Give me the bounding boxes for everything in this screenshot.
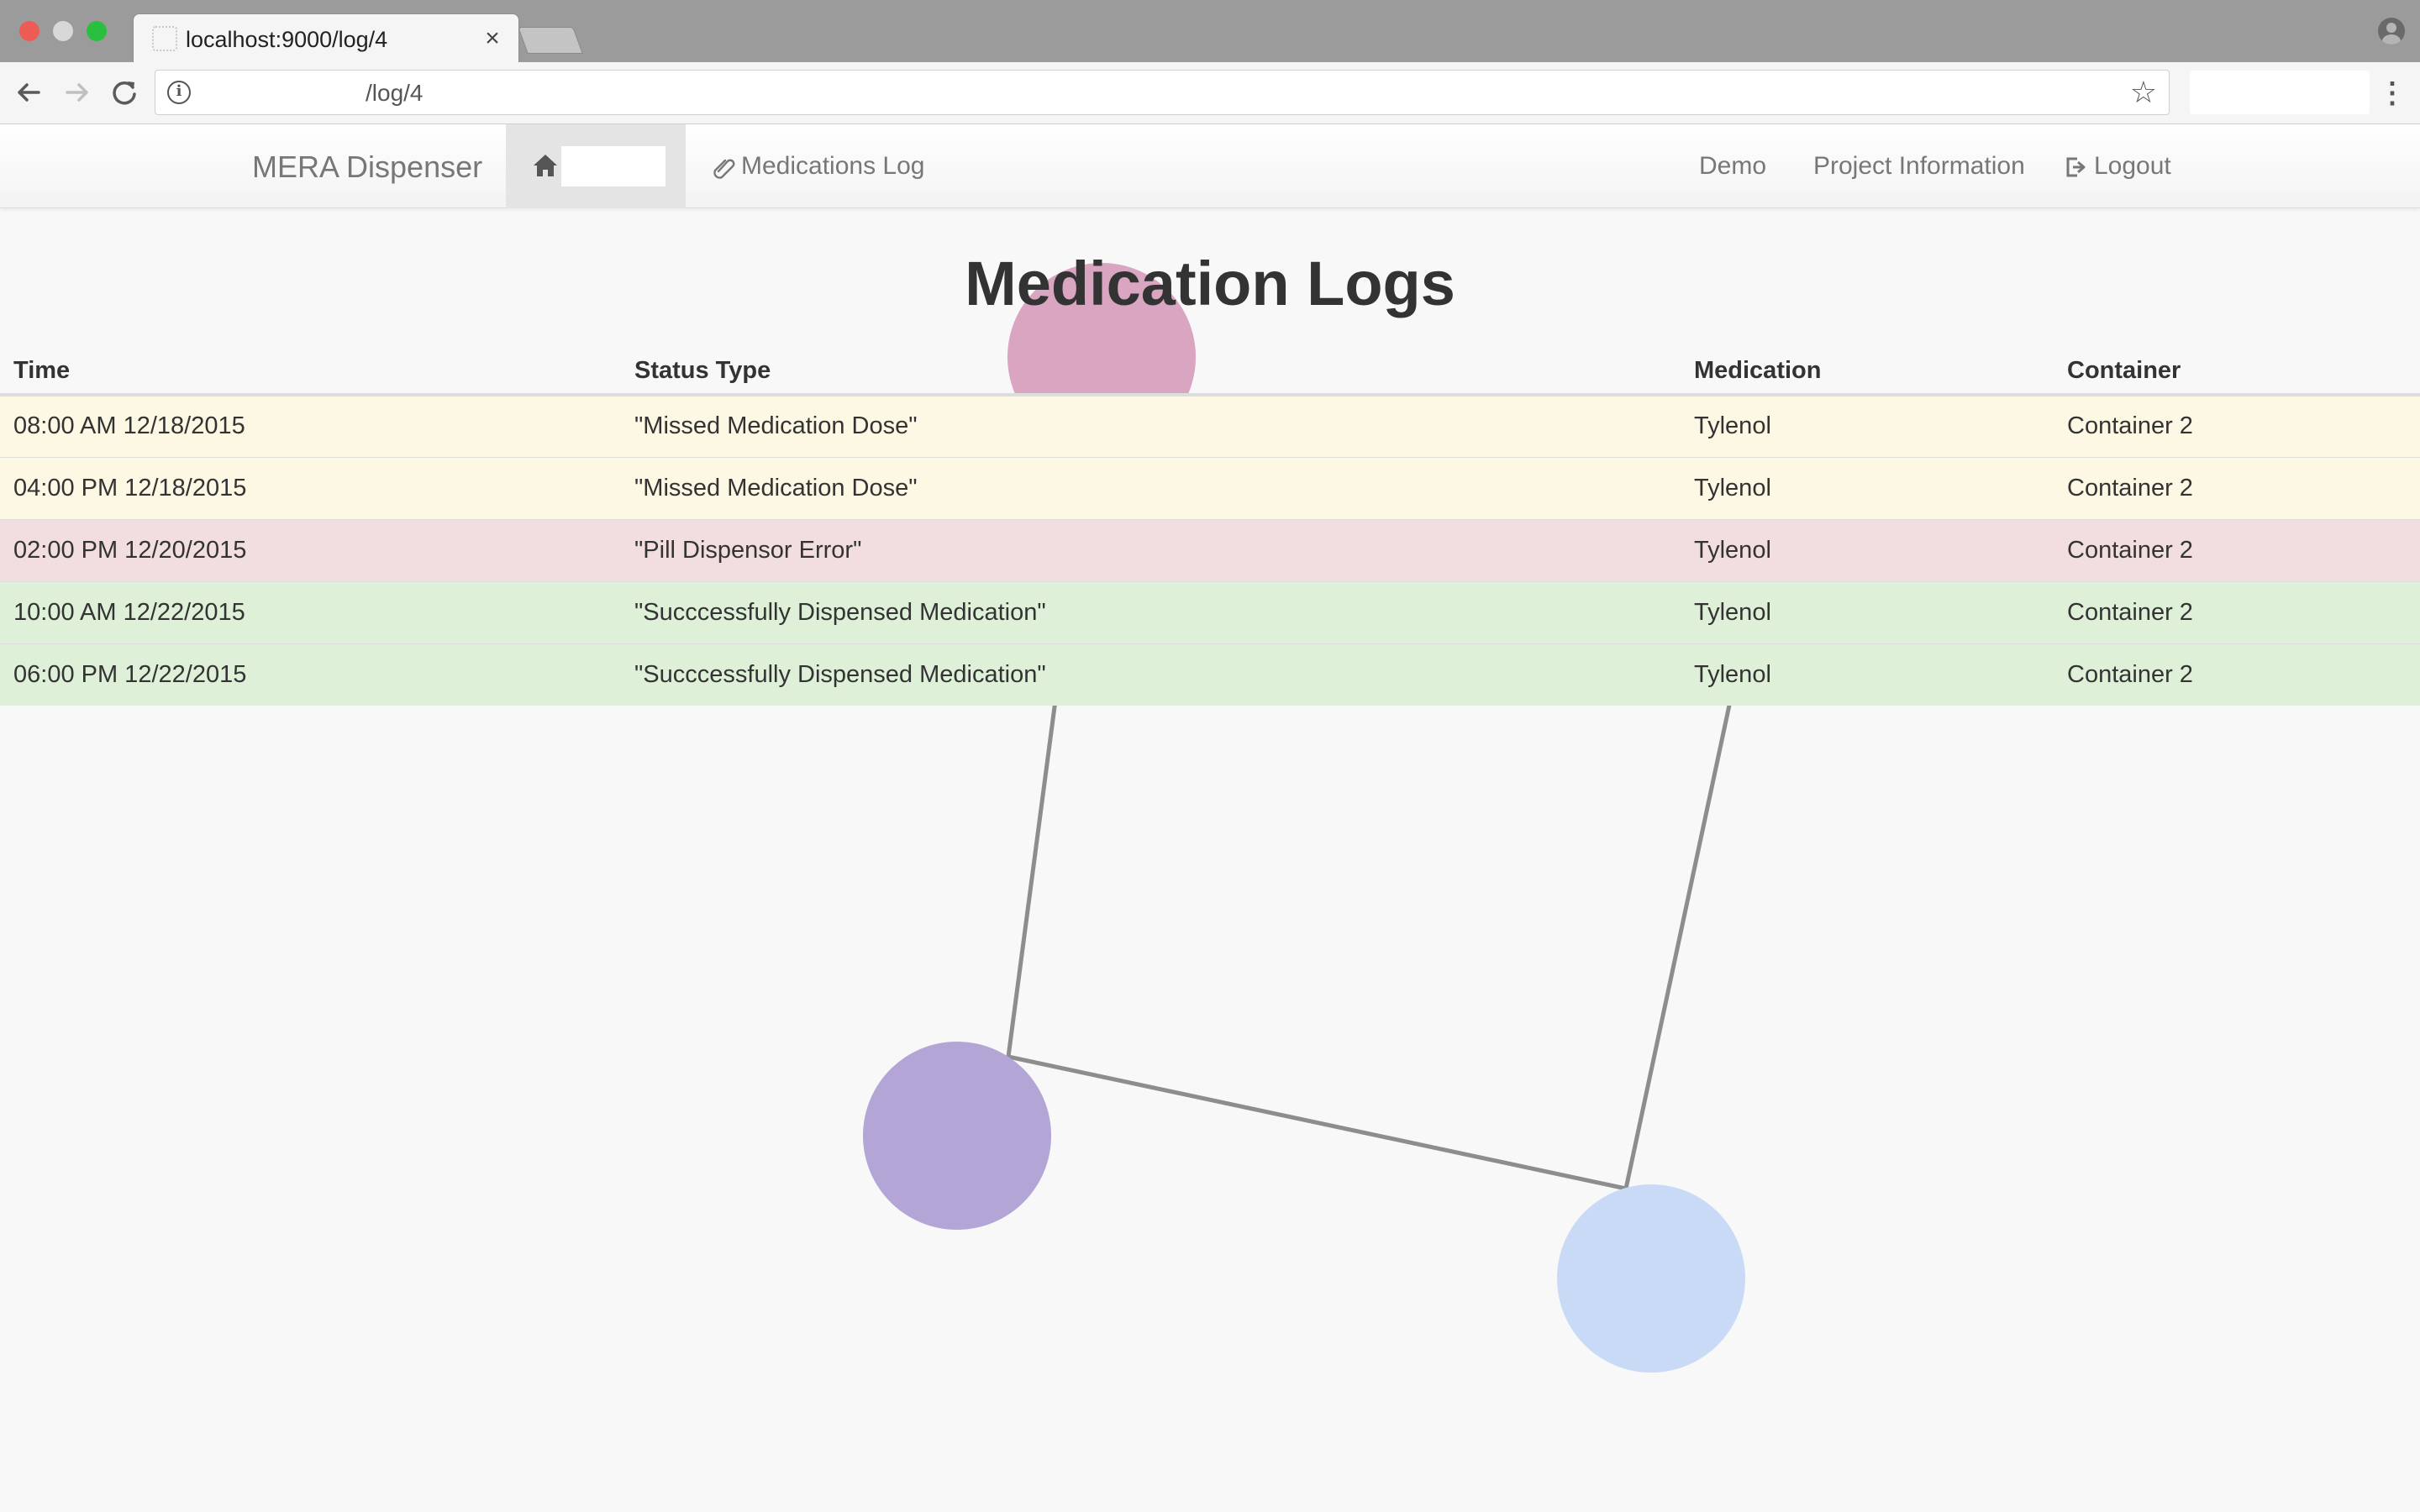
header-status-type: Status Type [621,336,1681,396]
table-row: 04:00 PM 12/18/2015 "Missed Medication D… [0,456,2420,519]
cell-container: Container 2 [2054,518,2420,581]
cell-status: "Missed Medication Dose" [621,394,1681,457]
cell-container: Container 2 [2054,643,2420,706]
cell-container: Container 2 [2054,394,2420,457]
cell-medication: Tylenol [1681,643,2054,706]
cell-medication: Tylenol [1681,394,2054,457]
cell-time: 06:00 PM 12/22/2015 [0,643,621,706]
cell-status: "Succcessfully Dispensed Medication" [621,643,1681,706]
medication-log-table: Time Status Type Medication Container 08… [0,336,2420,706]
cell-status: "Pill Dispensor Error" [621,518,1681,581]
cell-time: 10:00 AM 12/22/2015 [0,580,621,643]
cell-time: 02:00 PM 12/20/2015 [0,518,621,581]
background-molecule-graphic [863,263,1746,1373]
cell-container: Container 2 [2054,456,2420,519]
header-container: Container [2054,336,2420,396]
cell-status: "Missed Medication Dose" [621,456,1681,519]
table-row: 08:00 AM 12/18/2015 "Missed Medication D… [0,394,2420,457]
table-row: 02:00 PM 12/20/2015 "Pill Dispensor Erro… [0,518,2420,581]
purple-node [863,1042,1051,1230]
page-title: Medication Logs [965,249,1455,318]
cell-medication: Tylenol [1681,456,2054,519]
cell-container: Container 2 [2054,580,2420,643]
table-header-row: Time Status Type Medication Container [0,336,2420,396]
header-time: Time [0,336,621,396]
cell-medication: Tylenol [1681,580,2054,643]
table-row: 06:00 PM 12/22/2015 "Succcessfully Dispe… [0,643,2420,706]
blue-node [1557,1184,1745,1373]
cell-medication: Tylenol [1681,518,2054,581]
cell-time: 04:00 PM 12/18/2015 [0,456,621,519]
cell-status: "Succcessfully Dispensed Medication" [621,580,1681,643]
header-medication: Medication [1681,336,2054,396]
cell-time: 08:00 AM 12/18/2015 [0,394,621,457]
table-row: 10:00 AM 12/22/2015 "Succcessfully Dispe… [0,580,2420,643]
